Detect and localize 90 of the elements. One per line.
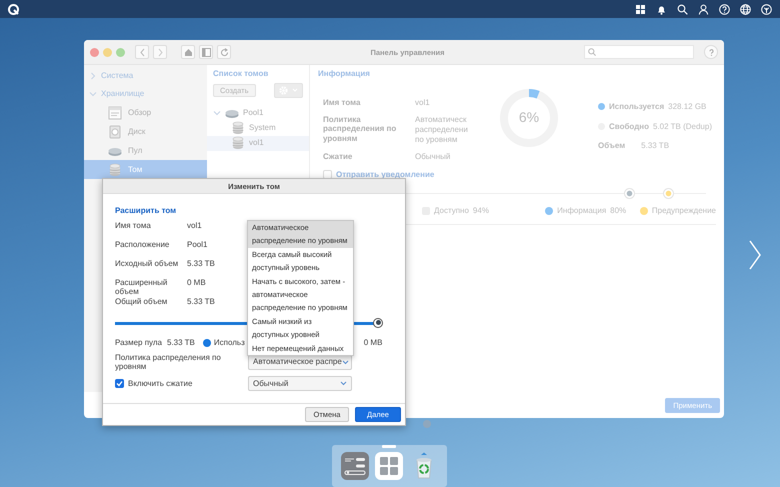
back-button[interactable] — [135, 45, 149, 59]
help-icon[interactable] — [719, 4, 730, 14]
legend-value: 5.02 TB (Dedup) — [653, 122, 712, 132]
sidebar-toggle-icon — [202, 48, 210, 56]
tree-item[interactable]: System — [207, 120, 309, 136]
field-label: Расположение — [115, 240, 170, 250]
gear-icon — [279, 86, 288, 95]
app-grid-icon[interactable] — [375, 452, 404, 480]
forward-icon — [156, 48, 164, 56]
search-icon — [588, 48, 596, 56]
capacity-label: Объем — [598, 140, 626, 150]
page-dot[interactable] — [423, 420, 431, 428]
field-label: Политика распределения по уровням — [115, 352, 222, 372]
donut-percent: 6% — [518, 108, 540, 126]
back-icon — [138, 48, 146, 56]
field-value: 0 MB — [187, 278, 206, 288]
sidebar-item[interactable]: Пул — [84, 141, 207, 160]
threshold-handle[interactable] — [624, 188, 636, 200]
pool-size-value: 5.33 TB — [167, 338, 195, 348]
field-label: Исходный объем — [115, 258, 180, 268]
used-label: Использ — [214, 338, 245, 348]
field-value: Обычный — [415, 152, 452, 162]
threshold-handle[interactable] — [662, 188, 674, 200]
legend-value: 94% — [472, 206, 489, 216]
refresh-icon — [220, 48, 228, 56]
field-label: Расширенный объем — [115, 278, 168, 297]
window-icon — [108, 106, 122, 120]
maximize-button[interactable] — [116, 48, 125, 56]
slider-thumb[interactable] — [373, 318, 383, 328]
home-icon — [184, 48, 192, 56]
bell-icon[interactable] — [656, 4, 667, 14]
database-icon — [231, 121, 245, 136]
chevron-down-icon — [340, 380, 347, 386]
search-icon[interactable] — [677, 4, 688, 14]
field-label: Сжатие — [323, 152, 354, 162]
help-button[interactable] — [704, 45, 718, 59]
sidebar-group-label: Хранилище — [101, 89, 144, 99]
sidebar-item[interactable]: Диск — [84, 122, 207, 141]
chevron-down-icon — [342, 360, 349, 365]
refresh-button[interactable] — [217, 45, 231, 59]
field-value: 5.33 TB — [187, 296, 215, 306]
field-label: Общий объем — [115, 296, 168, 306]
field-value: Pool1 — [187, 240, 208, 250]
grid-icon[interactable] — [635, 4, 646, 14]
field-value: vol1 — [187, 220, 202, 230]
close-button[interactable] — [90, 48, 99, 56]
sidebar-group-label: Система — [101, 71, 134, 81]
field-label: Политика распределения по уровням — [323, 114, 398, 145]
sidebar-toggle-button[interactable] — [199, 45, 213, 59]
storage-manager-icon[interactable] — [341, 452, 370, 480]
panel-title: Информация — [318, 69, 371, 79]
section-title: Расширить том — [115, 206, 178, 216]
capacity-value: 5.33 TB — [641, 140, 670, 150]
field-value: 5.33 TB — [187, 258, 215, 268]
legend-label: Предупреждение — [652, 206, 716, 216]
field-value: vol1 — [415, 98, 431, 108]
legend-label: Информация — [557, 206, 606, 216]
sidebar-item[interactable]: Том — [84, 160, 207, 179]
chevron-right-icon[interactable] — [748, 240, 762, 270]
search-field[interactable] — [584, 45, 694, 59]
used-value: 0 MB — [364, 338, 382, 348]
field-label: Имя тома — [323, 98, 362, 108]
legend-value: 328.12 GB — [668, 102, 706, 112]
question-icon — [706, 48, 716, 56]
settings-button[interactable] — [274, 82, 303, 98]
checkbox-label: Включить сжатие — [128, 378, 192, 388]
panel-title: Список томов — [213, 69, 270, 79]
legend-label: Свободно — [609, 122, 649, 132]
notify-link[interactable]: Отправить уведомление — [336, 170, 434, 180]
field-label: Имя тома — [115, 220, 152, 230]
forward-button[interactable] — [153, 45, 167, 59]
minimize-button[interactable] — [103, 48, 112, 56]
logo-icon[interactable] — [8, 4, 19, 14]
home-button[interactable] — [181, 45, 195, 59]
field-value: Автоматическ распределени по уровням — [415, 114, 469, 145]
tree-item[interactable]: Pool1 — [213, 106, 303, 121]
database-icon — [231, 136, 245, 150]
pool-size-label: Размер пула — [115, 338, 162, 348]
compression-select[interactable]: Обычный — [248, 376, 352, 391]
donut-chart — [498, 86, 560, 149]
user-icon[interactable] — [698, 4, 709, 14]
legend-label: Используется — [609, 102, 664, 112]
globe-icon[interactable] — [740, 4, 751, 14]
tree-item[interactable]: vol1 — [207, 136, 309, 151]
legend-label: Доступно — [434, 206, 469, 216]
check-icon — [116, 380, 123, 387]
checkbox[interactable] — [115, 378, 124, 388]
database-icon — [108, 162, 122, 176]
sidebar-item[interactable]: Обзор — [84, 103, 207, 122]
legend-value: 80% — [610, 206, 626, 216]
